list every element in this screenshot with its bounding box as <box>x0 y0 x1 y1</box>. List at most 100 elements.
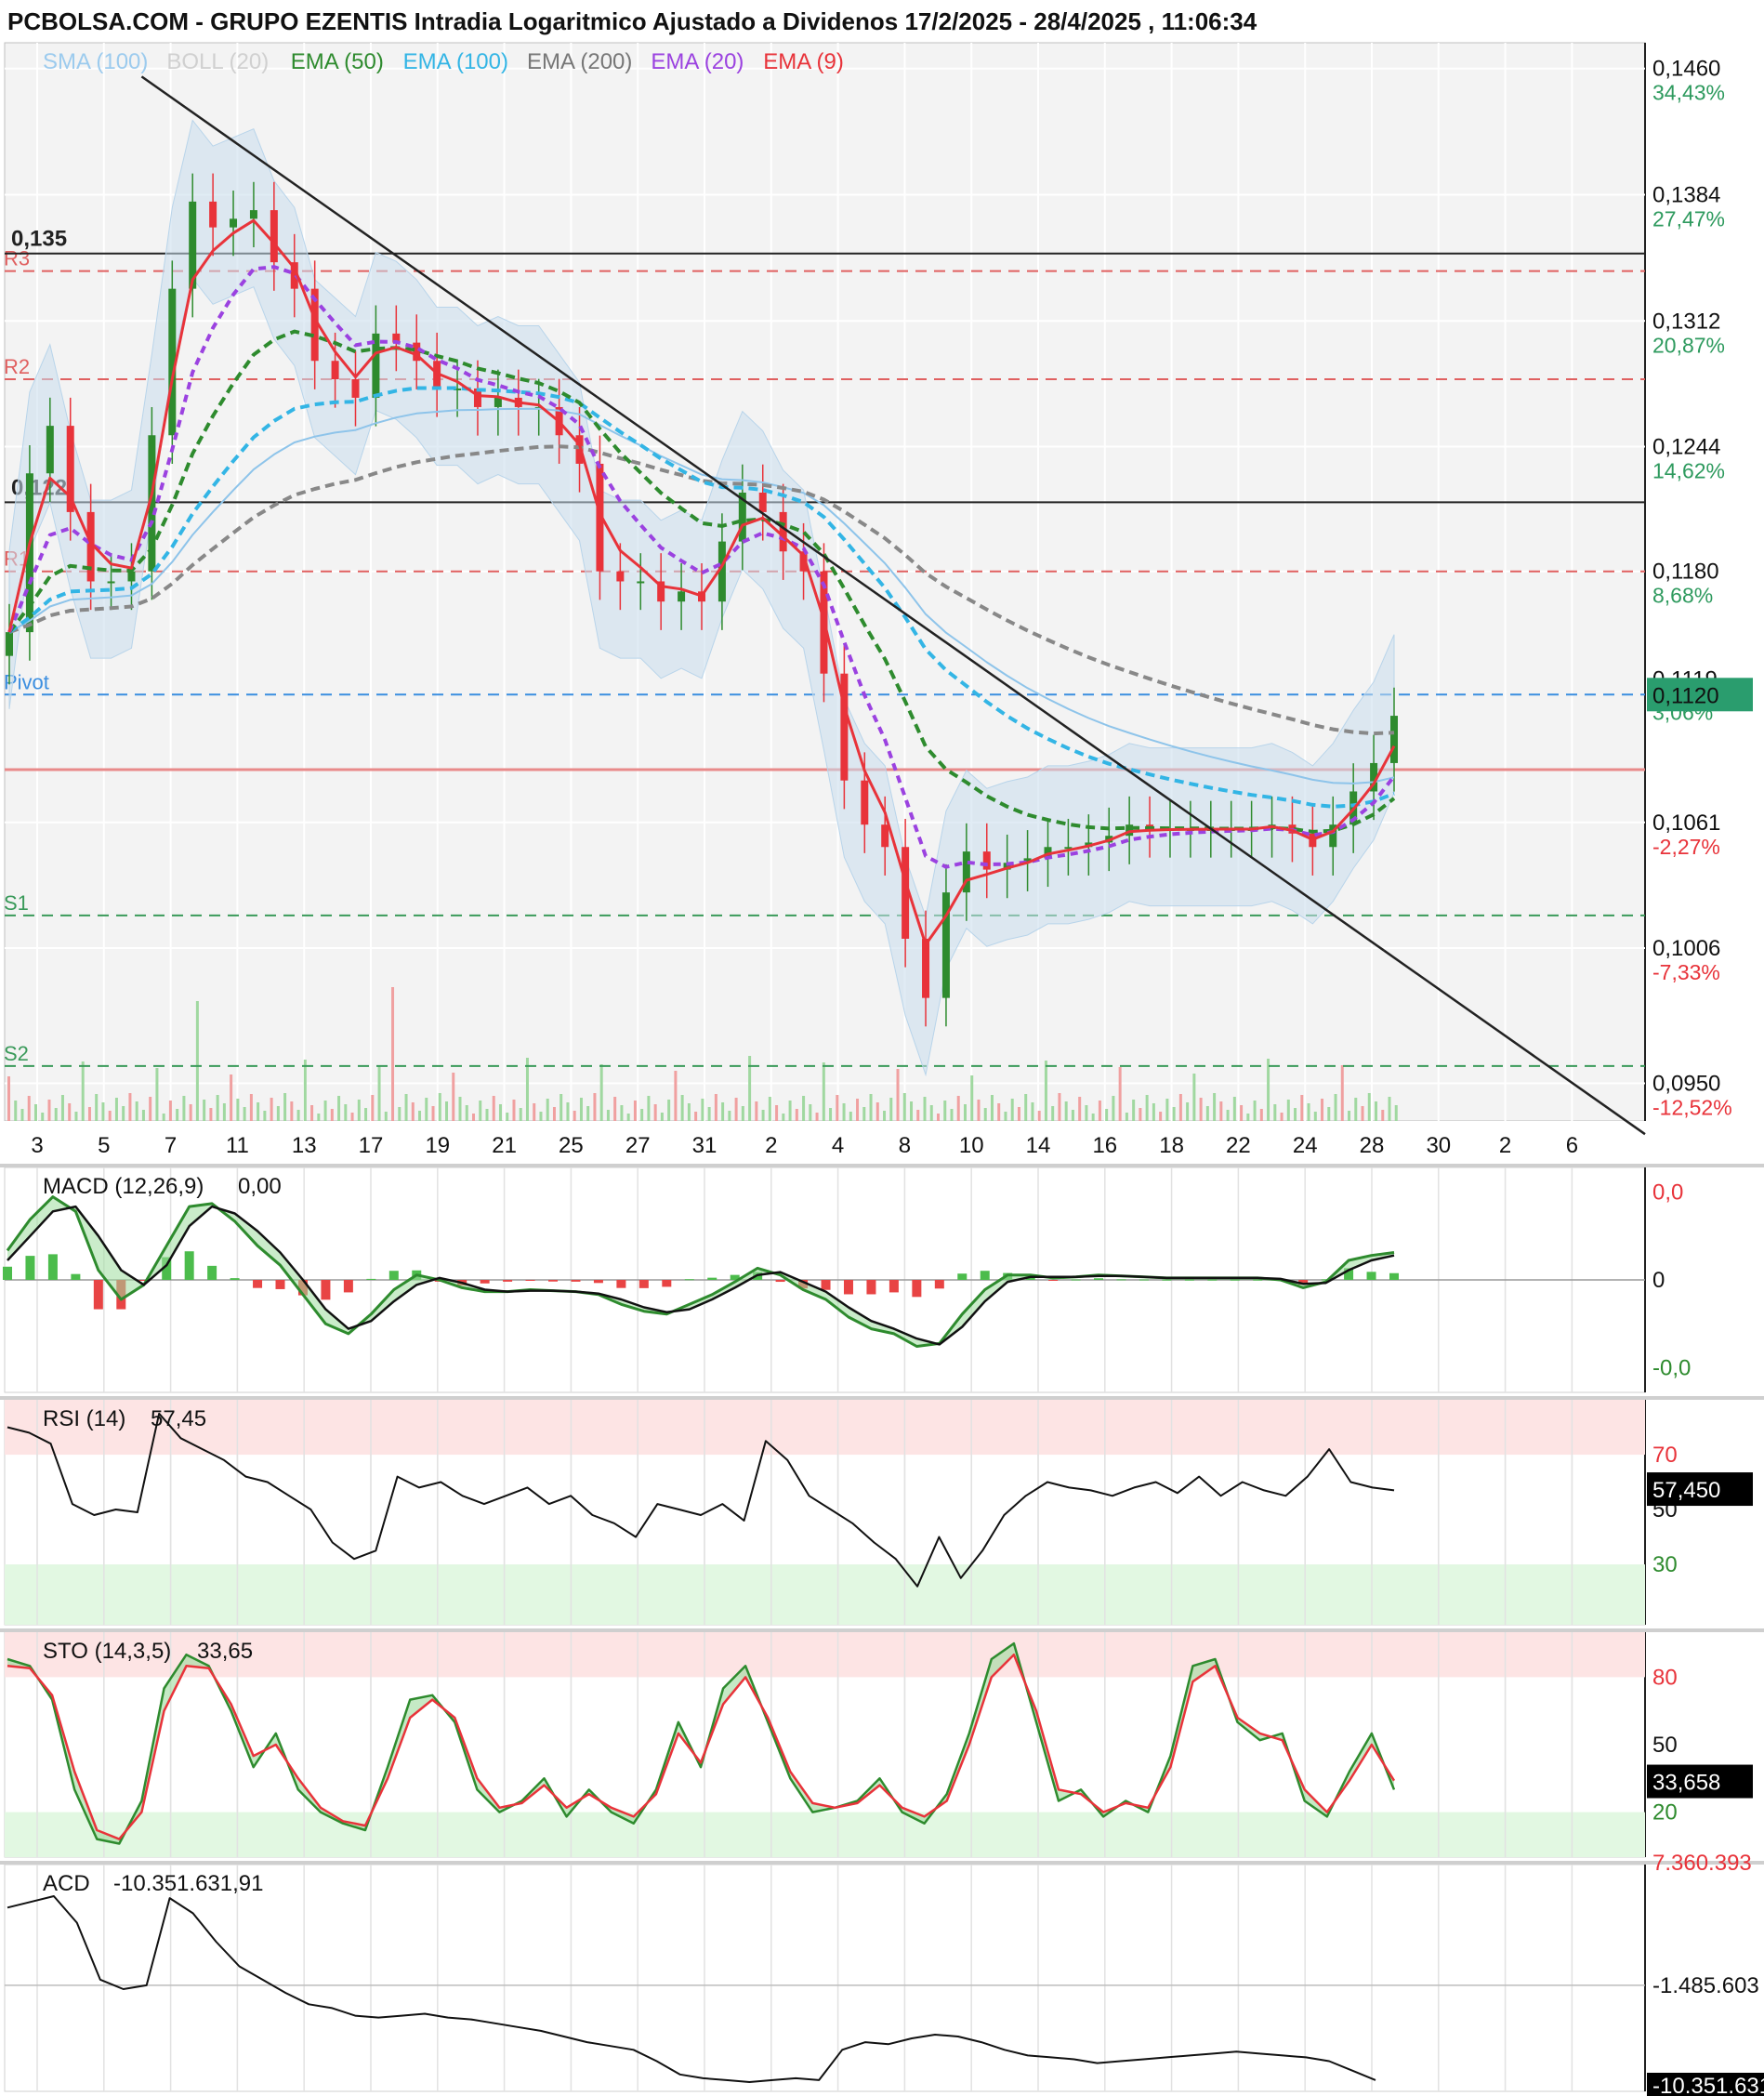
volume-bar <box>573 1111 576 1121</box>
volume-bar <box>963 1104 967 1121</box>
volume-bar <box>525 1058 529 1121</box>
x-tick-label: 4 <box>832 1133 844 1158</box>
panel-separator <box>0 1396 1764 1400</box>
volume-bar <box>809 1104 812 1121</box>
volume-bar <box>714 1094 717 1121</box>
volume-bar <box>1017 1107 1020 1121</box>
volume-bar <box>1307 1103 1310 1121</box>
x-tick-label: 5 <box>98 1133 110 1158</box>
volume-bar <box>27 1096 31 1121</box>
volume-bar <box>943 1101 947 1121</box>
pivot-label-r2: R2 <box>4 355 30 378</box>
volume-bar <box>1165 1099 1169 1121</box>
volume-bar <box>1246 1114 1250 1121</box>
volume-bar <box>209 1108 213 1121</box>
y-tick-price: 0,1061 <box>1652 811 1720 836</box>
volume-bar <box>674 1071 678 1121</box>
volume-bar <box>1152 1103 1155 1121</box>
candle-body <box>922 938 930 998</box>
volume-bar <box>317 1114 321 1121</box>
legend-item: EMA (200) <box>527 49 632 74</box>
sto-oversold-zone <box>5 1812 1645 1857</box>
volume-bar <box>114 1098 118 1121</box>
volume-bar <box>323 1101 327 1121</box>
volume-bar <box>586 1106 590 1121</box>
macd-hist-bar <box>230 1278 240 1280</box>
volume-bar <box>498 1104 502 1121</box>
volume-bar <box>593 1093 597 1121</box>
volume-bar <box>1313 1112 1317 1121</box>
acd-current-label: -10.351.631 <box>1652 2074 1764 2096</box>
volume-bar <box>755 1101 758 1121</box>
volume-bar <box>599 1064 603 1121</box>
macd-y-tick: 0,0 <box>1652 1180 1683 1205</box>
candle-body <box>351 379 360 398</box>
volume-bar <box>216 1095 219 1121</box>
volume-bar <box>937 1114 940 1121</box>
volume-bar <box>519 1108 522 1121</box>
volume-bar <box>371 1095 375 1121</box>
macd-hist-bar <box>93 1280 103 1310</box>
volume-bar <box>337 1096 341 1121</box>
volume-bar <box>384 1112 388 1121</box>
x-tick-label: 10 <box>959 1133 984 1158</box>
sto-current-label: 33,658 <box>1652 1771 1720 1796</box>
macd-hist-bar <box>388 1271 399 1280</box>
volume-bar <box>613 1097 617 1121</box>
macd-label: MACD (12,26,9) <box>43 1174 204 1199</box>
volume-bar <box>243 1107 246 1121</box>
volume-bar <box>1186 1102 1190 1121</box>
y-tick-price: 0,1384 <box>1652 183 1720 208</box>
volume-bar <box>101 1102 105 1121</box>
macd-hist-bar <box>957 1273 968 1280</box>
sto-y-tick: 80 <box>1652 1665 1678 1690</box>
volume-bar <box>1240 1105 1244 1121</box>
volume-bar <box>533 1103 536 1121</box>
volume-bar <box>701 1099 704 1121</box>
volume-bar <box>640 1109 644 1121</box>
volume-bar <box>653 1104 657 1121</box>
macd-hist-bar <box>1389 1272 1399 1280</box>
volume-bar <box>87 1107 91 1121</box>
sto-y-tick: 50 <box>1652 1733 1678 1758</box>
volume-bar <box>829 1108 833 1121</box>
volume-bar <box>775 1105 779 1121</box>
candle-body <box>982 851 991 870</box>
volume-bar <box>128 1093 132 1121</box>
x-tick-label: 2 <box>1499 1133 1511 1158</box>
macd-hist-bar <box>707 1277 717 1280</box>
volume-bar <box>290 1101 294 1121</box>
macd-hist-bar <box>1207 1279 1218 1281</box>
volume-bar <box>721 1102 725 1121</box>
volume-bar <box>902 1093 906 1121</box>
volume-bar <box>1361 1106 1364 1121</box>
volume-bar <box>512 1100 516 1121</box>
macd-hist-bar <box>480 1280 490 1284</box>
legend-item: EMA (50) <box>291 49 384 74</box>
volume-bar <box>620 1105 624 1121</box>
volume-bar <box>270 1098 273 1121</box>
macd-hist-bar <box>25 1256 35 1280</box>
y-tick-price: 0,1244 <box>1652 434 1720 459</box>
volume-bar <box>472 1114 475 1121</box>
x-tick-label: 30 <box>1426 1133 1451 1158</box>
x-tick-label: 17 <box>359 1133 384 1158</box>
panel-separator <box>0 1628 1764 1632</box>
macd-value: 0,00 <box>238 1174 282 1199</box>
rsi-value: 57,45 <box>151 1406 206 1431</box>
volume-bar <box>1024 1094 1028 1121</box>
volume-bar <box>155 1068 159 1121</box>
rsi-overbought-zone <box>5 1400 1645 1456</box>
volume-bar <box>1205 1106 1209 1121</box>
volume-bar <box>1280 1113 1284 1121</box>
rsi-oversold-zone <box>5 1564 1645 1625</box>
volume-bar <box>741 1106 744 1121</box>
macd-hist-bar <box>1071 1279 1081 1281</box>
volume-bar <box>1367 1093 1371 1121</box>
volume-bar <box>203 1100 206 1121</box>
candle-body <box>1390 716 1398 763</box>
volume-bar <box>168 1101 172 1121</box>
volume-bar <box>1327 1107 1331 1121</box>
volume-bar <box>950 1109 954 1121</box>
volume-bar <box>236 1099 240 1121</box>
